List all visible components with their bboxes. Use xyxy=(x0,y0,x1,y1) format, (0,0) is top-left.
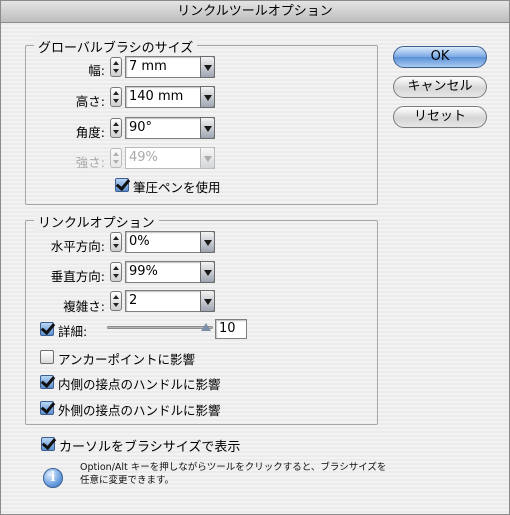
show-brush-size-label[interactable]: カーソルをブラシサイズで表示 xyxy=(59,436,240,455)
in-tangent-checkbox[interactable] xyxy=(40,375,54,389)
info-note-line1: Option/Alt キーを押しながらツールをクリックすると、ブラシサイズを xyxy=(80,462,387,473)
intensity-dropdown-button xyxy=(200,147,215,169)
detail-slider-track[interactable] xyxy=(107,326,213,329)
complexity-dropdown-button[interactable] xyxy=(200,290,215,312)
use-pressure-label[interactable]: 筆圧ペンを使用 xyxy=(133,177,221,196)
width-label: 幅: xyxy=(88,63,105,78)
vertical-value[interactable]: 99% xyxy=(129,264,158,279)
height-combo[interactable]: 140 mm xyxy=(125,86,215,108)
angle-label: 角度: xyxy=(75,125,105,140)
anchor-points-checkbox[interactable] xyxy=(40,350,54,364)
height-label: 高さ: xyxy=(75,94,105,109)
dialog-window: リンクルツールオプション グローバルブラシのサイズ 幅: 7 mm 高さ: 14… xyxy=(0,0,510,515)
height-stepper[interactable] xyxy=(110,87,122,107)
vertical-label: 垂直方向: xyxy=(50,269,105,284)
vertical-dropdown-button[interactable] xyxy=(200,261,215,283)
height-dropdown-button[interactable] xyxy=(200,86,215,108)
vertical-stepper[interactable] xyxy=(110,262,122,282)
complexity-value[interactable]: 2 xyxy=(129,293,137,308)
angle-dropdown-button[interactable] xyxy=(200,117,215,139)
width-combo[interactable]: 7 mm xyxy=(125,56,215,78)
use-pressure-checkbox[interactable] xyxy=(115,178,129,192)
intensity-value: 49% xyxy=(129,150,158,165)
vertical-combo[interactable]: 99% xyxy=(125,261,215,283)
info-note-line2: 任意に変更できます。 xyxy=(80,475,175,486)
wrinkle-options-legend: リンクルオプション xyxy=(34,212,159,231)
complexity-combo[interactable]: 2 xyxy=(125,290,215,312)
detail-slider-thumb[interactable] xyxy=(201,323,211,331)
window-title: リンクルツールオプション xyxy=(1,1,509,23)
complexity-label: 複雑さ: xyxy=(63,299,105,314)
ok-button[interactable]: OK xyxy=(393,46,487,68)
width-dropdown-button[interactable] xyxy=(200,56,215,78)
detail-checkbox[interactable] xyxy=(40,322,54,336)
out-tangent-label[interactable]: 外側の接点のハンドルに影響 xyxy=(58,400,221,419)
brush-size-legend: グローバルブラシのサイズ xyxy=(34,37,198,56)
intensity-stepper xyxy=(110,148,122,168)
width-stepper[interactable] xyxy=(110,57,122,77)
in-tangent-label[interactable]: 内側の接点のハンドルに影響 xyxy=(58,374,221,393)
horizontal-combo[interactable]: 0% xyxy=(125,231,215,253)
cancel-button[interactable]: キャンセル xyxy=(393,76,487,98)
info-icon: i xyxy=(43,468,63,488)
width-value[interactable]: 7 mm xyxy=(129,59,167,74)
horizontal-stepper[interactable] xyxy=(110,232,122,252)
detail-value-field[interactable]: 10 xyxy=(215,319,247,339)
out-tangent-checkbox[interactable] xyxy=(40,401,54,415)
show-brush-size-checkbox[interactable] xyxy=(41,437,55,451)
complexity-stepper[interactable] xyxy=(110,291,122,311)
angle-stepper[interactable] xyxy=(110,118,122,138)
intensity-combo: 49% xyxy=(125,147,215,169)
horizontal-label: 水平方向: xyxy=(50,239,105,254)
angle-value[interactable]: 90° xyxy=(129,120,152,135)
intensity-label: 強さ: xyxy=(75,155,105,170)
angle-combo[interactable]: 90° xyxy=(125,117,215,139)
anchor-points-label[interactable]: アンカーポイントに影響 xyxy=(58,349,195,368)
reset-button[interactable]: リセット xyxy=(393,106,487,128)
horizontal-value[interactable]: 0% xyxy=(129,234,150,249)
detail-label[interactable]: 詳細: xyxy=(58,321,87,340)
horizontal-dropdown-button[interactable] xyxy=(200,231,215,253)
height-value[interactable]: 140 mm xyxy=(129,89,183,104)
